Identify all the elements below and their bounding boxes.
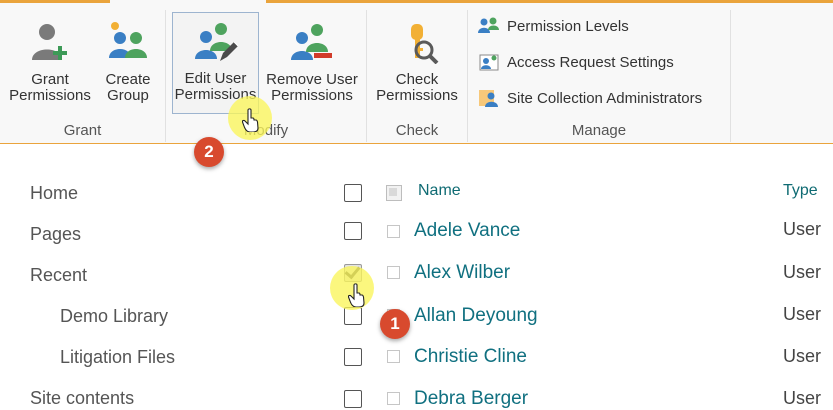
remove-user-permissions-icon [291,24,332,60]
user-type: User [783,388,822,408]
user-type: User [783,219,822,239]
ribbon-top-border [0,0,110,3]
user-type: User [783,346,822,366]
group-divider [730,10,731,142]
user-type: User [783,304,822,324]
permission-levels-button[interactable]: Permission Levels [478,15,629,37]
grant-group-label: Grant [63,122,102,139]
row-select[interactable] [387,392,400,405]
row-select[interactable] [387,266,400,279]
manage-group-label: Manage [571,122,627,139]
check-permissions-label: Check Permissions [376,71,458,104]
check-permissions-button[interactable]: Check Permissions [372,14,462,112]
user-name-link[interactable]: Debra Berger [414,388,528,410]
active-tab-gap [110,0,266,3]
nav-item-site-contents[interactable]: Site contents [30,386,134,410]
grant-permissions-icon [32,24,67,60]
column-header-name[interactable]: Name [418,182,461,200]
hand-cursor-icon [242,108,259,132]
row-select[interactable] [387,225,400,238]
site-collection-administrators-icon [479,90,498,107]
row-checkbox[interactable] [344,222,362,240]
ribbon-top-border [266,0,833,3]
nav-item-pages[interactable]: Pages [30,222,81,246]
nav-item-recent[interactable]: Recent [30,263,87,287]
step-badge-2: 2 [194,137,224,167]
access-request-settings-button[interactable]: Access Request Settings [478,51,674,73]
create-group-icon [109,22,147,58]
header-select-all[interactable] [386,185,402,201]
step-badge-1: 1 [380,309,410,339]
create-group-label: Create Group [105,71,151,104]
edit-user-permissions-icon [194,23,238,61]
nav-item-home[interactable]: Home [30,181,78,205]
row-checkbox[interactable] [344,348,362,366]
user-name-link[interactable]: Allan Deyoung [414,305,538,327]
access-request-settings-label: Access Request Settings [507,53,674,71]
permission-levels-label: Permission Levels [507,17,629,35]
user-type: User [783,262,822,282]
row-checkbox[interactable] [344,390,362,408]
select-all-checkbox[interactable] [344,184,362,202]
site-collection-administrators-button[interactable]: Site Collection Administrators [478,87,702,109]
create-group-button[interactable]: Create Group [98,14,158,112]
grant-permissions-label: Grant Permissions [9,71,91,104]
grant-permissions-button[interactable]: Grant Permissions [4,14,96,112]
ribbon: Grant Permissions Create Group Grant Edi… [0,0,833,144]
user-name-link[interactable]: Christie Cline [414,346,527,368]
check-permissions-icon [411,24,439,64]
site-collection-administrators-label: Site Collection Administrators [507,89,703,107]
permission-levels-icon [478,17,499,33]
remove-user-permissions-label: Remove User Permissions [266,71,358,104]
access-request-settings-icon [479,54,499,71]
user-name-link[interactable]: Alex Wilber [414,262,510,284]
user-name-link[interactable]: Adele Vance [414,220,520,242]
check-group-label: Check [395,122,439,139]
column-header-type[interactable]: Type [783,182,818,200]
nav-item-litigation-files[interactable]: Litigation Files [60,345,175,369]
hand-cursor-icon [348,283,365,307]
remove-user-permissions-button[interactable]: Remove User Permissions [264,14,360,112]
row-select[interactable] [387,350,400,363]
nav-item-demo-library[interactable]: Demo Library [60,304,168,328]
